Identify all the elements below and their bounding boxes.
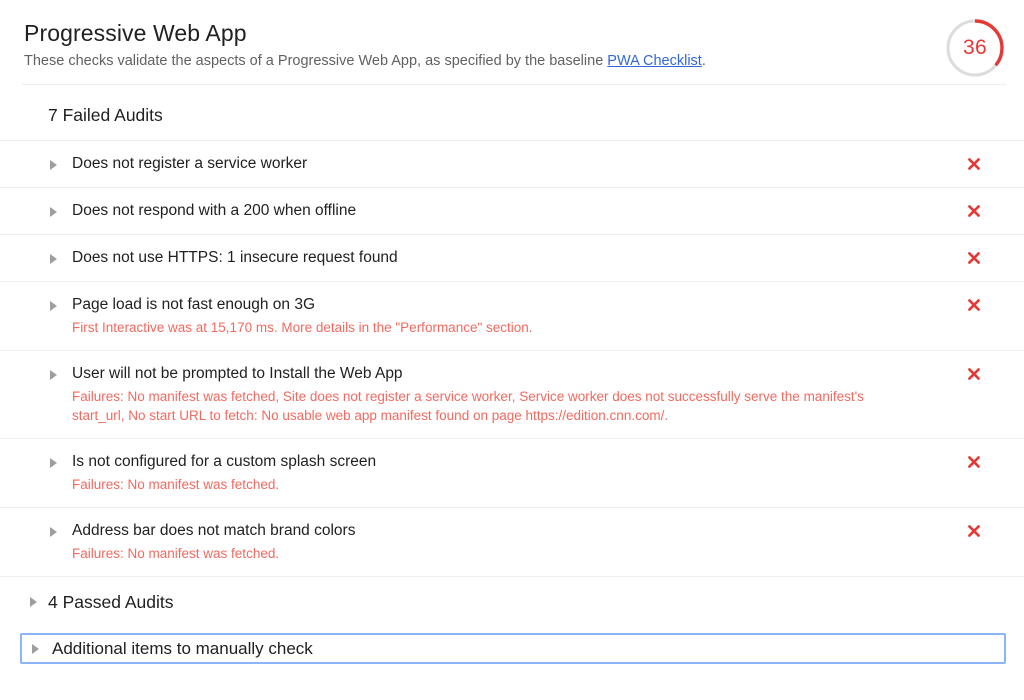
audit-content: Does not respond with a 200 when offline xyxy=(48,201,964,221)
passed-audits-group[interactable]: 4 Passed Audits xyxy=(0,576,1024,627)
chevron-right-icon xyxy=(50,254,57,264)
x-mark-icon xyxy=(964,521,984,541)
x-mark-icon xyxy=(964,154,984,174)
description-prefix: These checks validate the aspects of a P… xyxy=(24,53,607,69)
audit-content: Page load is not fast enough on 3G First … xyxy=(48,295,964,337)
audit-failure-detail: Failures: No manifest was fetched. xyxy=(48,475,872,494)
audit-row[interactable]: User will not be prompted to Install the… xyxy=(0,350,1024,438)
page-title: Progressive Web App xyxy=(24,18,1000,48)
score-gauge: 36 xyxy=(944,17,1006,79)
audit-failure-detail: Failures: No manifest was fetched, Site … xyxy=(48,387,872,425)
x-mark-icon xyxy=(964,364,984,384)
chevron-right-icon xyxy=(50,458,57,468)
audit-title: Does not use HTTPS: 1 insecure request f… xyxy=(48,248,964,268)
audit-row[interactable]: Is not configured for a custom splash sc… xyxy=(0,438,1024,507)
audit-title: Does not register a service worker xyxy=(48,154,964,174)
audit-title: Page load is not fast enough on 3G xyxy=(48,295,964,315)
audit-row[interactable]: Does not use HTTPS: 1 insecure request f… xyxy=(0,234,1024,281)
audit-content: Address bar does not match brand colors F… xyxy=(48,521,964,563)
report-header: Progressive Web App These checks validat… xyxy=(0,0,1024,85)
x-mark-icon xyxy=(964,295,984,315)
audit-title: Is not configured for a custom splash sc… xyxy=(48,452,964,472)
audit-failure-detail: First Interactive was at 15,170 ms. More… xyxy=(48,318,872,337)
manual-items-group[interactable]: Additional items to manually check xyxy=(20,633,1006,664)
audit-row[interactable]: Does not respond with a 200 when offline xyxy=(0,187,1024,234)
chevron-right-icon xyxy=(50,370,57,380)
score-value: 36 xyxy=(944,17,1006,79)
x-mark-icon xyxy=(964,248,984,268)
audit-content: User will not be prompted to Install the… xyxy=(48,364,964,425)
chevron-right-icon xyxy=(30,597,37,607)
chevron-right-icon xyxy=(50,301,57,311)
page-description: These checks validate the aspects of a P… xyxy=(24,51,904,71)
audit-content: Is not configured for a custom splash sc… xyxy=(48,452,964,494)
pwa-checklist-link[interactable]: PWA Checklist xyxy=(607,53,702,69)
audit-failure-detail: Failures: No manifest was fetched. xyxy=(48,544,872,563)
chevron-right-icon xyxy=(50,160,57,170)
audit-content: Does not register a service worker xyxy=(48,154,964,174)
manual-items-label: Additional items to manually check xyxy=(39,638,313,660)
chevron-right-icon xyxy=(50,527,57,537)
x-mark-icon xyxy=(964,452,984,472)
audit-row[interactable]: Does not register a service worker xyxy=(0,140,1024,187)
chevron-right-icon xyxy=(50,207,57,217)
header-divider xyxy=(22,84,1006,85)
pwa-report-page: Progressive Web App These checks validat… xyxy=(0,0,1024,700)
audit-row[interactable]: Address bar does not match brand colors F… xyxy=(0,507,1024,576)
audit-title: Does not respond with a 200 when offline xyxy=(48,201,964,221)
audit-row[interactable]: Page load is not fast enough on 3G First … xyxy=(0,281,1024,350)
description-suffix: . xyxy=(702,53,706,69)
report-body: 7 Failed Audits Does not register a serv… xyxy=(0,85,1024,627)
failed-audits-heading: 7 Failed Audits xyxy=(0,85,1024,140)
passed-audits-label: 4 Passed Audits xyxy=(28,591,174,613)
audit-title: User will not be prompted to Install the… xyxy=(48,364,964,384)
chevron-right-icon xyxy=(32,644,39,654)
audit-content: Does not use HTTPS: 1 insecure request f… xyxy=(48,248,964,268)
x-mark-icon xyxy=(964,201,984,221)
audit-title: Address bar does not match brand colors xyxy=(48,521,964,541)
failed-audits-list: Does not register a service worker Does n… xyxy=(0,140,1024,576)
